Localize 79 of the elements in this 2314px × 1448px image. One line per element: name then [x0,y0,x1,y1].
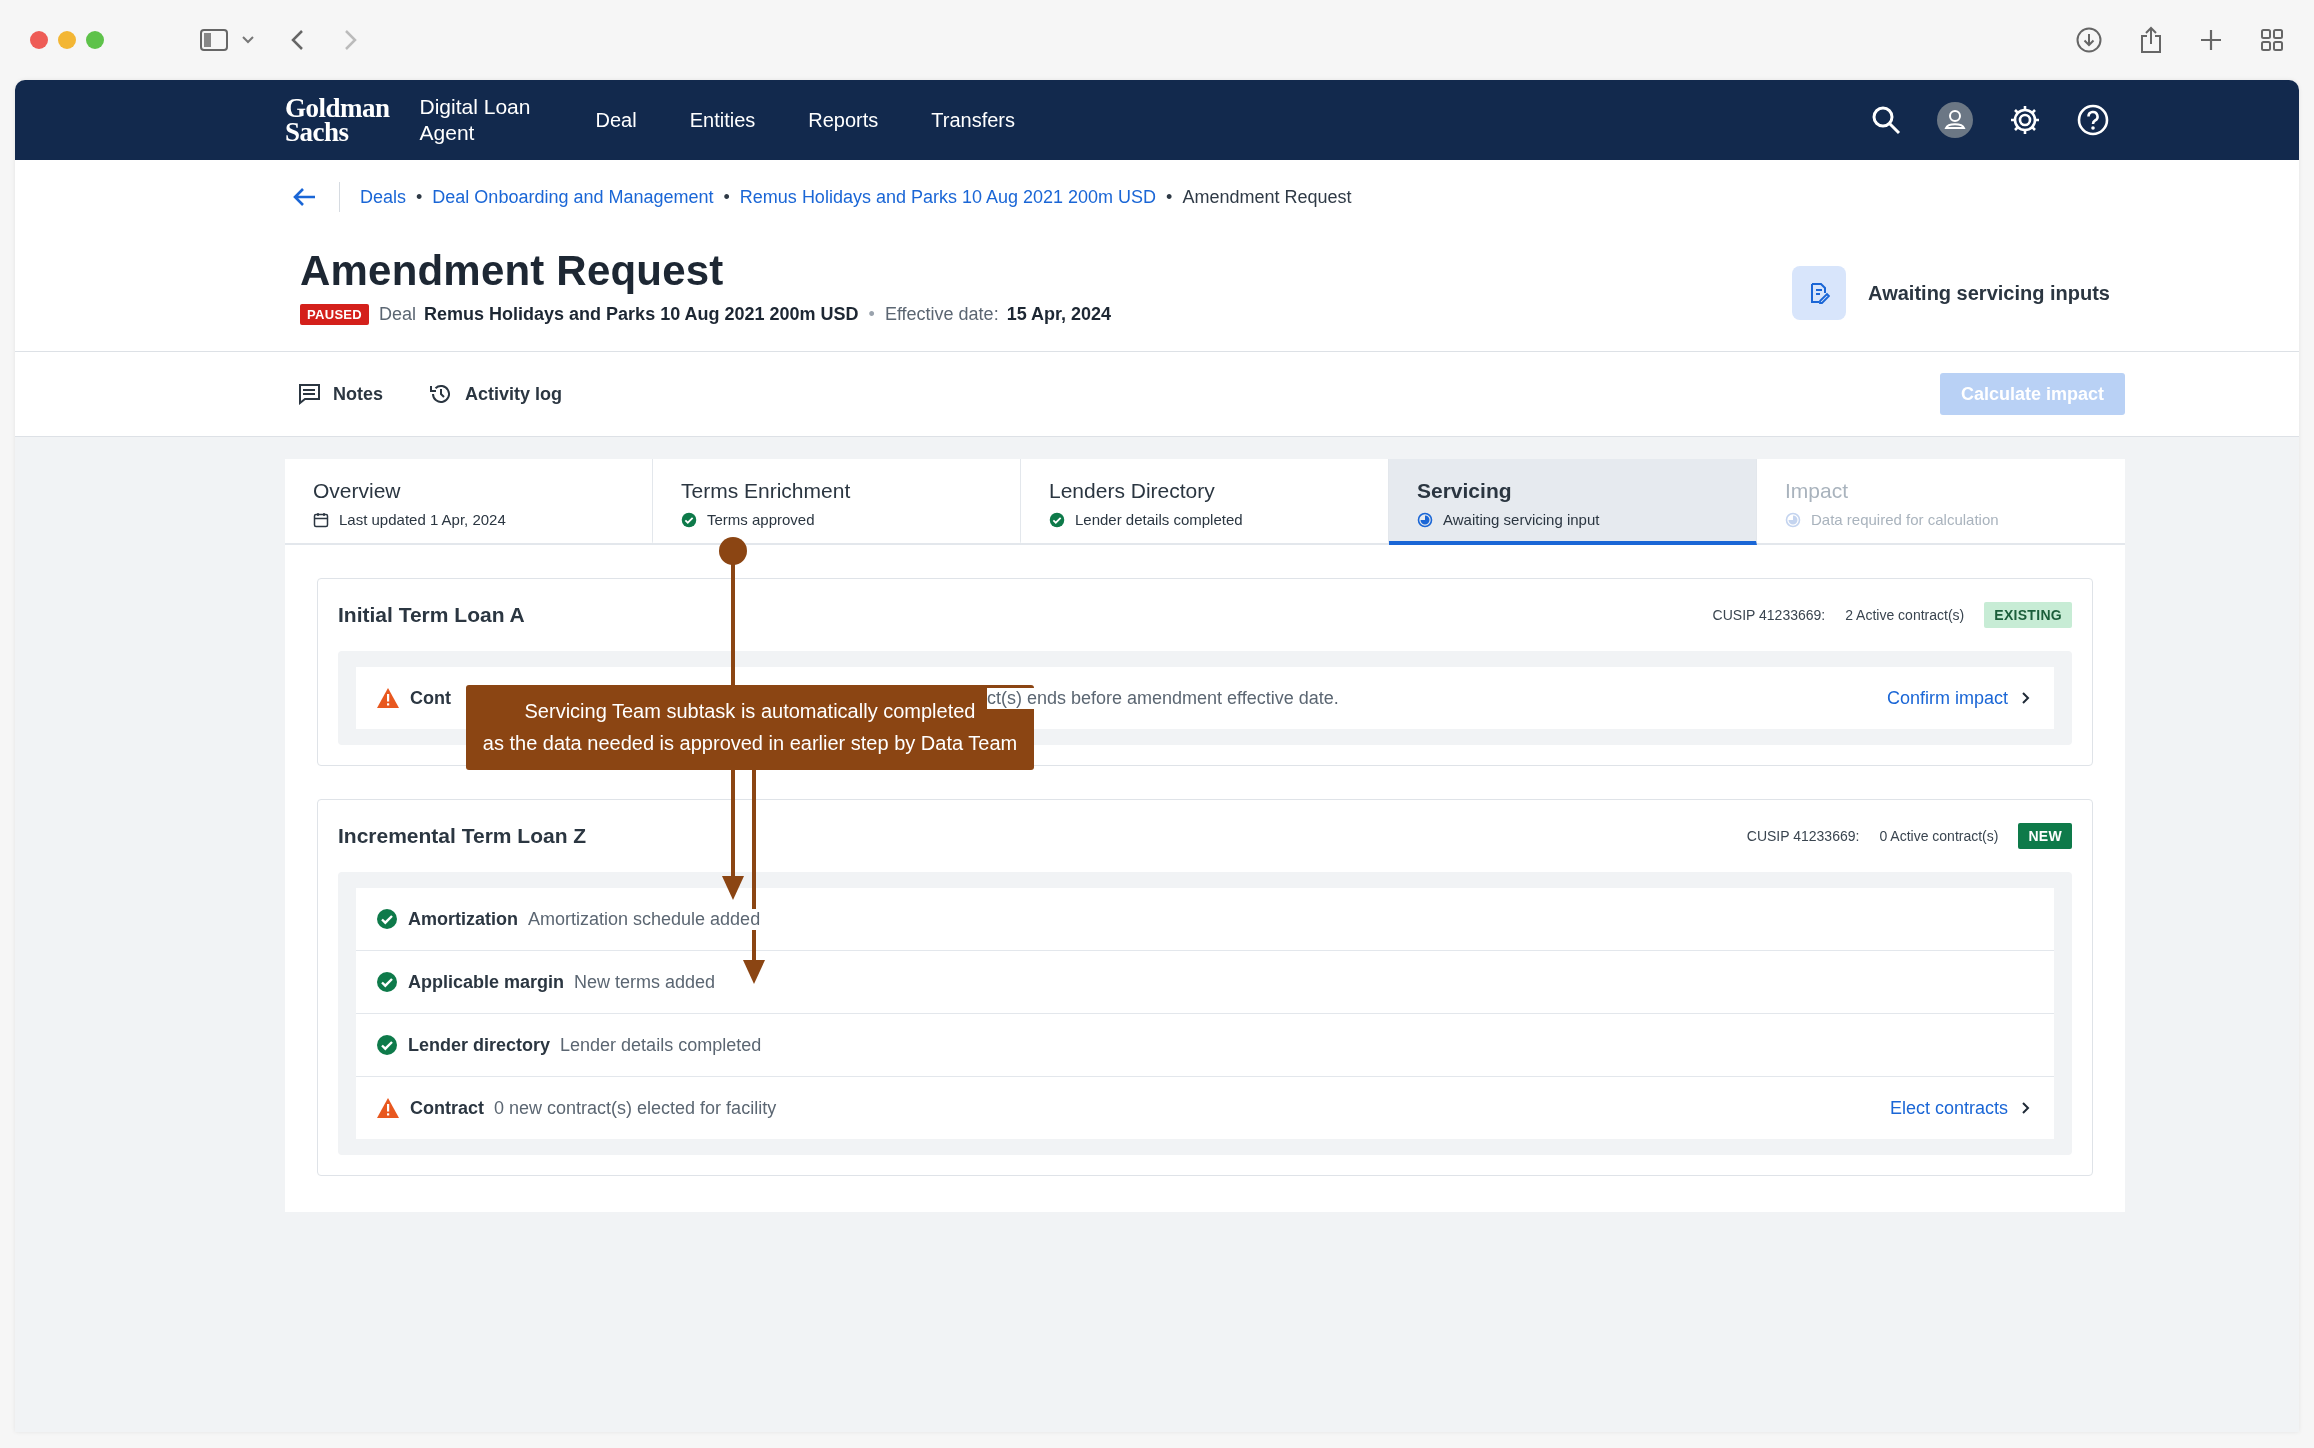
workflow-status: Awaiting servicing inputs [1868,281,2110,305]
warning-icon [376,1097,400,1119]
tab-title: Servicing [1417,479,1513,503]
cusip-label: CUSIP 41233669: [1712,607,1826,623]
app-name: Digital Loan Agent [419,94,532,146]
back-arrow-icon[interactable] [293,187,317,207]
tab-status: Terms approved [707,511,815,528]
plus-icon[interactable] [2200,29,2222,51]
nav-link[interactable]: Transfers [931,108,1016,132]
cusip-label: CUSIP 41233669: [1746,828,1860,844]
breadcrumb-link[interactable]: Deals [360,186,407,208]
settings-icon[interactable] [2009,104,2041,136]
nav-link[interactable]: Entities [689,108,756,132]
avatar-icon[interactable] [1937,102,1973,138]
caret-icon[interactable] [242,36,254,44]
step-tab[interactable]: Servicing Awaiting servicing input [1389,459,1757,545]
task-label: Contract [410,1097,484,1119]
contract-count: 2 Active contract(s) [1845,607,1965,623]
task-label: Lender directory [408,1034,551,1056]
tab-title: Overview [313,479,402,503]
comment-icon [297,383,321,405]
page-title: Amendment Request [300,246,725,296]
breadcrumb-separator: • [416,186,423,208]
tab-title: Terms Enrichment [681,479,852,503]
progress-icon [1417,511,1433,528]
task-label: Amortization [408,908,518,930]
warning-icon [376,687,400,709]
share-icon[interactable] [2140,26,2162,54]
grid-icon[interactable] [2260,28,2284,52]
document-edit-icon [1792,266,1847,320]
progress-icon [1785,511,1801,528]
back-icon[interactable] [290,29,304,51]
task-label: Cont [410,687,451,709]
facility-badge: NEW [2018,823,2072,849]
breadcrumb-link[interactable]: Deal Onboarding and Management [432,186,714,208]
breadcrumb-separator: • [723,186,730,208]
contract-count: 0 Active contract(s) [1879,828,1999,844]
effective-date: 15 Apr, 2024 [1006,304,1112,325]
facility-name: Initial Term Loan A [338,603,526,627]
chevron-icon [2020,691,2030,705]
date-label: Effective date: [884,304,999,325]
check-icon [1049,511,1065,528]
history-icon [429,382,453,406]
tab-status: Last updated 1 Apr, 2024 [339,511,506,528]
check-icon [376,908,398,930]
check-icon [376,1034,398,1056]
status-badge: PAUSED [300,304,369,325]
notes-button[interactable]: Notes [297,383,383,405]
calendar-icon [313,511,329,528]
deal-name: Remus Holidays and Parks 10 Aug 2021 200m USD [424,304,859,325]
step-tab[interactable]: Overview Last updated 1 Apr, 2024 [285,459,653,545]
search-icon[interactable] [1871,105,1901,135]
action-link[interactable]: Elect contracts [1889,1097,2030,1119]
check-icon [681,511,697,528]
tab-status: Data required for calculation [1811,511,1999,528]
breadcrumb-link[interactable]: Remus Holidays and Parks 10 Aug 2021 200m USD [739,186,1157,208]
tab-status: Awaiting servicing input [1443,511,1600,528]
nav-link[interactable]: Deal [595,108,637,132]
tab-title: Lenders Directory [1049,479,1216,503]
download-icon[interactable] [2076,27,2102,53]
logo[interactable]: Goldman Sachs [285,96,390,144]
help-icon[interactable] [2077,104,2109,136]
chevron-icon [2020,1101,2030,1115]
breadcrumb-separator: • [1166,186,1173,208]
deal-label: Deal [379,304,417,325]
facility-name: Incremental Term Loan Z [338,824,588,848]
action-link[interactable]: Confirm impact [1886,687,2030,709]
breadcrumb-current: Amendment Request [1182,186,1352,208]
activity-log-button[interactable]: Activity log [429,382,563,406]
task-description: Amortization schedule added [528,908,761,930]
task-label: Applicable margin [408,971,565,993]
sidebar-icon[interactable] [200,29,228,51]
check-icon [376,971,398,993]
tab-title: Impact [1785,479,1850,503]
facility-badge: EXISTING [1984,602,2072,628]
window-control-icon[interactable] [30,31,48,49]
tab-status: Lender details completed [1075,511,1243,528]
meta-separator: • [868,304,875,325]
nav-link[interactable]: Reports [808,108,879,132]
